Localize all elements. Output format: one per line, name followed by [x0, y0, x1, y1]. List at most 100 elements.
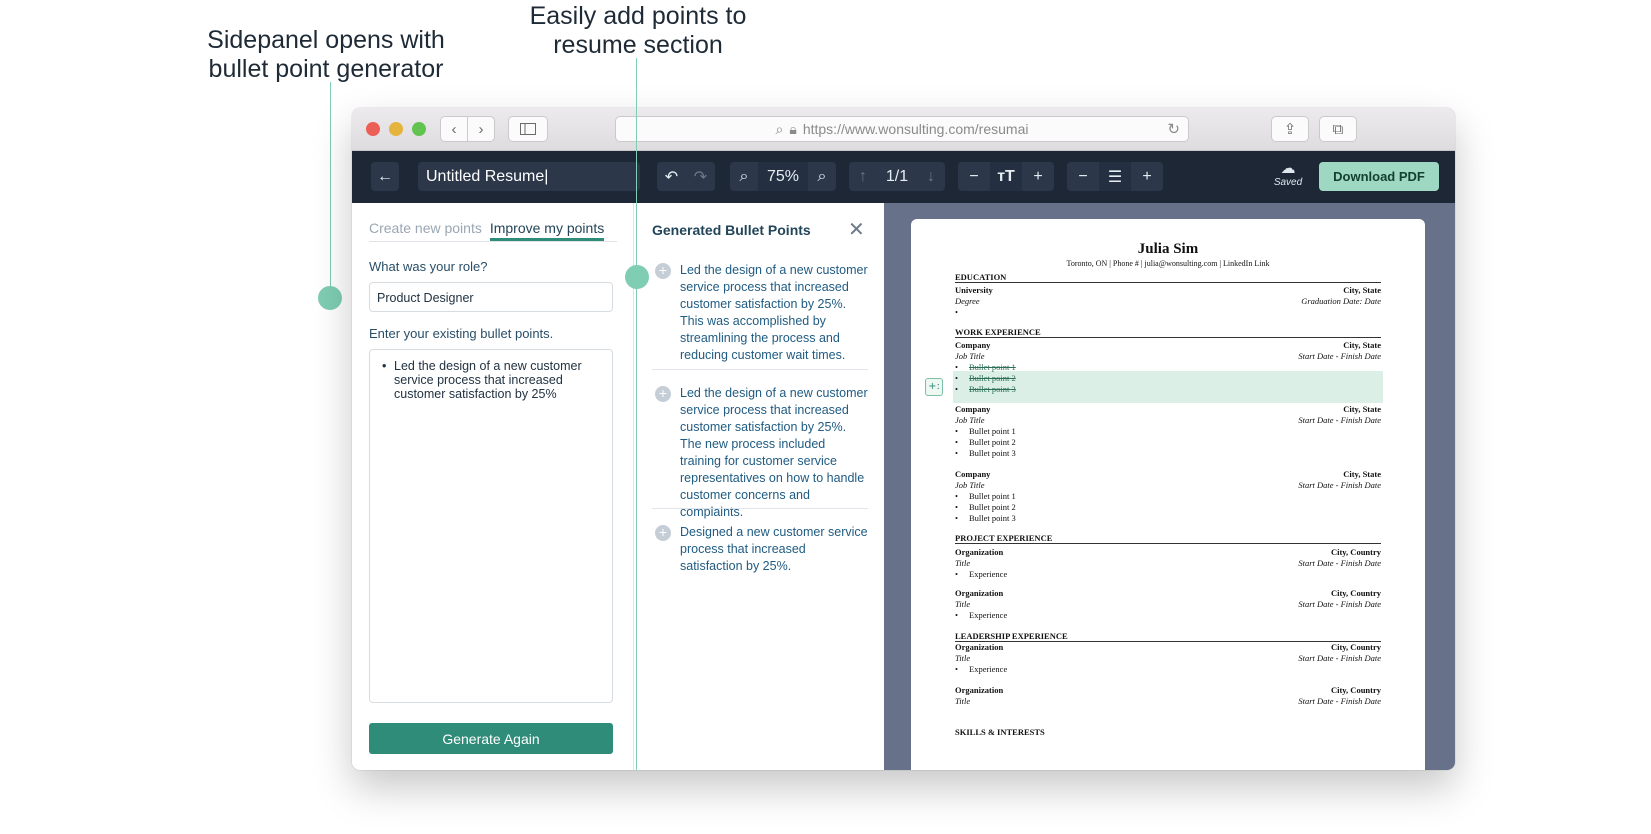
- section-skills-interests[interactable]: SKILLS & INTERESTS: [955, 727, 1381, 737]
- generator-tabs: Create new points Improve my points: [369, 220, 617, 242]
- selected-bullets-highlight[interactable]: [953, 371, 1383, 403]
- arrow-left-icon: ←: [377, 167, 393, 185]
- resume-bullet: •: [955, 307, 958, 317]
- resume-bullet[interactable]: • Experience: [955, 569, 1007, 580]
- arrow-down-icon: ↓: [927, 167, 935, 185]
- resume-page: Julia Sim Toronto, ON | Phone # | julia@…: [911, 219, 1425, 770]
- generated-bullet-item[interactable]: + Designed a new customer service proces…: [652, 524, 868, 575]
- resume-bullet[interactable]: • Bullet point 3: [955, 513, 1016, 524]
- add-bullet-icon[interactable]: +: [655, 386, 671, 402]
- section-education[interactable]: EDUCATION: [955, 272, 1381, 283]
- forward-icon: ›: [478, 120, 484, 138]
- close-icon[interactable]: ✕: [848, 217, 865, 242]
- existing-bullet-text: Led the design of a new customer service…: [394, 359, 582, 401]
- browser-titlebar: ‹ › ⌕ 🔒︎ https://www.wonsulting.com/resu…: [352, 108, 1455, 151]
- cloud-check-icon: ☁: [1280, 160, 1296, 177]
- bullet-generator-panel: Create new points Improve my points What…: [352, 203, 634, 770]
- share-button[interactable]: ⇪: [1271, 116, 1309, 142]
- lock-icon: 🔒︎: [789, 120, 797, 137]
- minimize-window-button[interactable]: [389, 122, 403, 136]
- close-window-button[interactable]: [366, 122, 380, 136]
- sidebar-toggle-button[interactable]: [508, 116, 548, 142]
- leadership-row: Organization City, Country: [955, 685, 1381, 695]
- spacing-increase-button[interactable]: +: [1131, 162, 1163, 191]
- resume-bullet[interactable]: • Bullet point 2: [955, 373, 1016, 384]
- spacing-decrease-button[interactable]: −: [1067, 162, 1099, 191]
- zoom-level[interactable]: 75%: [758, 162, 808, 191]
- search-icon: ⌕: [775, 120, 784, 137]
- resume-bullet[interactable]: • Bullet point 3: [955, 384, 1016, 395]
- back-button[interactable]: ‹: [440, 116, 468, 142]
- add-bullet-icon[interactable]: +: [655, 525, 671, 541]
- resume-bullet[interactable]: • Bullet point 2: [955, 437, 1016, 448]
- reload-icon[interactable]: ↻: [1167, 120, 1180, 138]
- section-leadership-experience[interactable]: LEADERSHIP EXPERIENCE: [955, 631, 1381, 642]
- tab-improve-my-points[interactable]: Improve my points: [489, 220, 605, 241]
- resume-bullet[interactable]: • Bullet point 1: [955, 491, 1016, 502]
- resume-bullet[interactable]: • Bullet point 1: [955, 362, 1016, 373]
- minus-icon: −: [969, 167, 979, 185]
- generated-bullet-text: Led the design of a new customer service…: [680, 386, 868, 519]
- section-project-experience[interactable]: PROJECT EXPERIENCE: [955, 533, 1381, 544]
- role-input[interactable]: Product Designer: [369, 282, 613, 312]
- prev-page-button[interactable]: ↑: [849, 162, 877, 191]
- existing-bullet-line: • Led the design of a new customer servi…: [382, 359, 602, 401]
- editor-toolbar: ← Untitled Resume| ↶ ↷ ⌕ 75% ⌕ ↑ 1/1 ↓ −…: [352, 151, 1455, 203]
- project-row: Title Start Date - Finish Date: [955, 599, 1381, 609]
- resume-bullet[interactable]: • Bullet point 2: [955, 502, 1016, 513]
- project-row: Title Start Date - Finish Date: [955, 558, 1381, 568]
- divider: [652, 369, 868, 370]
- line-spacing-icon: ☰: [1107, 168, 1123, 186]
- callout-sidepanel: Sidepanel opens with bullet point genera…: [207, 26, 445, 83]
- existing-bullets-textarea[interactable]: • Led the design of a new customer servi…: [369, 349, 613, 703]
- generated-bullet-item[interactable]: + Led the design of a new customer servi…: [652, 262, 868, 364]
- tab-create-new-points[interactable]: Create new points: [369, 220, 482, 241]
- ai-generate-icon[interactable]: +:: [925, 378, 943, 396]
- page-indicator: 1/1: [885, 167, 909, 185]
- education-row: University City, State: [955, 285, 1381, 296]
- font-size-icon: ᴛT: [997, 167, 1015, 185]
- resume-bullet[interactable]: • Experience: [955, 610, 1007, 621]
- page-group: ↑ 1/1 ↓: [849, 162, 945, 191]
- work-row: Job Title Start Date - Finish Date: [955, 480, 1381, 490]
- redo-button[interactable]: ↷: [686, 162, 715, 191]
- school: University: [955, 285, 993, 295]
- share-icon: ⇪: [1283, 121, 1297, 138]
- tabs-icon: ⧉: [1332, 120, 1344, 138]
- generated-bullet-text: Led the design of a new customer service…: [680, 263, 868, 362]
- undo-button[interactable]: ↶: [657, 162, 686, 191]
- resume-bullet[interactable]: • Experience: [955, 664, 1007, 675]
- generate-again-button[interactable]: Generate Again: [369, 723, 613, 754]
- generated-bullet-item[interactable]: + Led the design of a new customer servi…: [652, 385, 868, 521]
- grad-date: Graduation Date: Date: [1301, 296, 1381, 306]
- back-to-dashboard-button[interactable]: ←: [371, 162, 399, 191]
- font-size-indicator: ᴛT: [990, 162, 1022, 191]
- resume-preview-area: Julia Sim Toronto, ON | Phone # | julia@…: [884, 203, 1455, 770]
- callout-line-sidepanel: [330, 82, 331, 296]
- address-bar[interactable]: ⌕ 🔒︎ https://www.wonsulting.com/resumai …: [615, 116, 1189, 142]
- forward-button[interactable]: ›: [467, 116, 495, 142]
- download-pdf-button[interactable]: Download PDF: [1319, 162, 1439, 191]
- plus-icon: +: [1033, 167, 1043, 185]
- zoom-in-button[interactable]: ⌕: [808, 162, 836, 191]
- browser-window: ‹ › ⌕ 🔒︎ https://www.wonsulting.com/resu…: [352, 108, 1455, 770]
- font-decrease-button[interactable]: −: [958, 162, 990, 191]
- maximize-window-button[interactable]: [412, 122, 426, 136]
- section-work-experience[interactable]: WORK EXPERIENCE: [955, 327, 1381, 338]
- resume-title-input[interactable]: Untitled Resume|: [418, 162, 640, 191]
- generated-bullets-panel: Generated Bullet Points ✕ + Led the desi…: [634, 203, 884, 770]
- font-increase-button[interactable]: +: [1022, 162, 1054, 191]
- minus-icon: −: [1078, 167, 1088, 185]
- redo-icon: ↷: [693, 168, 708, 186]
- resume-name: Julia Sim: [1137, 241, 1199, 257]
- next-page-button[interactable]: ↓: [917, 162, 945, 191]
- divider: [652, 508, 868, 509]
- back-icon: ‹: [451, 120, 457, 138]
- add-bullet-icon[interactable]: +: [655, 263, 671, 279]
- tabs-button[interactable]: ⧉: [1319, 116, 1357, 142]
- sidebar-icon: [520, 123, 536, 135]
- resume-bullet[interactable]: • Bullet point 3: [955, 448, 1016, 459]
- zoom-out-button[interactable]: ⌕: [730, 162, 758, 191]
- resume-bullet[interactable]: • Bullet point 1: [955, 426, 1016, 437]
- arrow-up-icon: ↑: [859, 167, 867, 185]
